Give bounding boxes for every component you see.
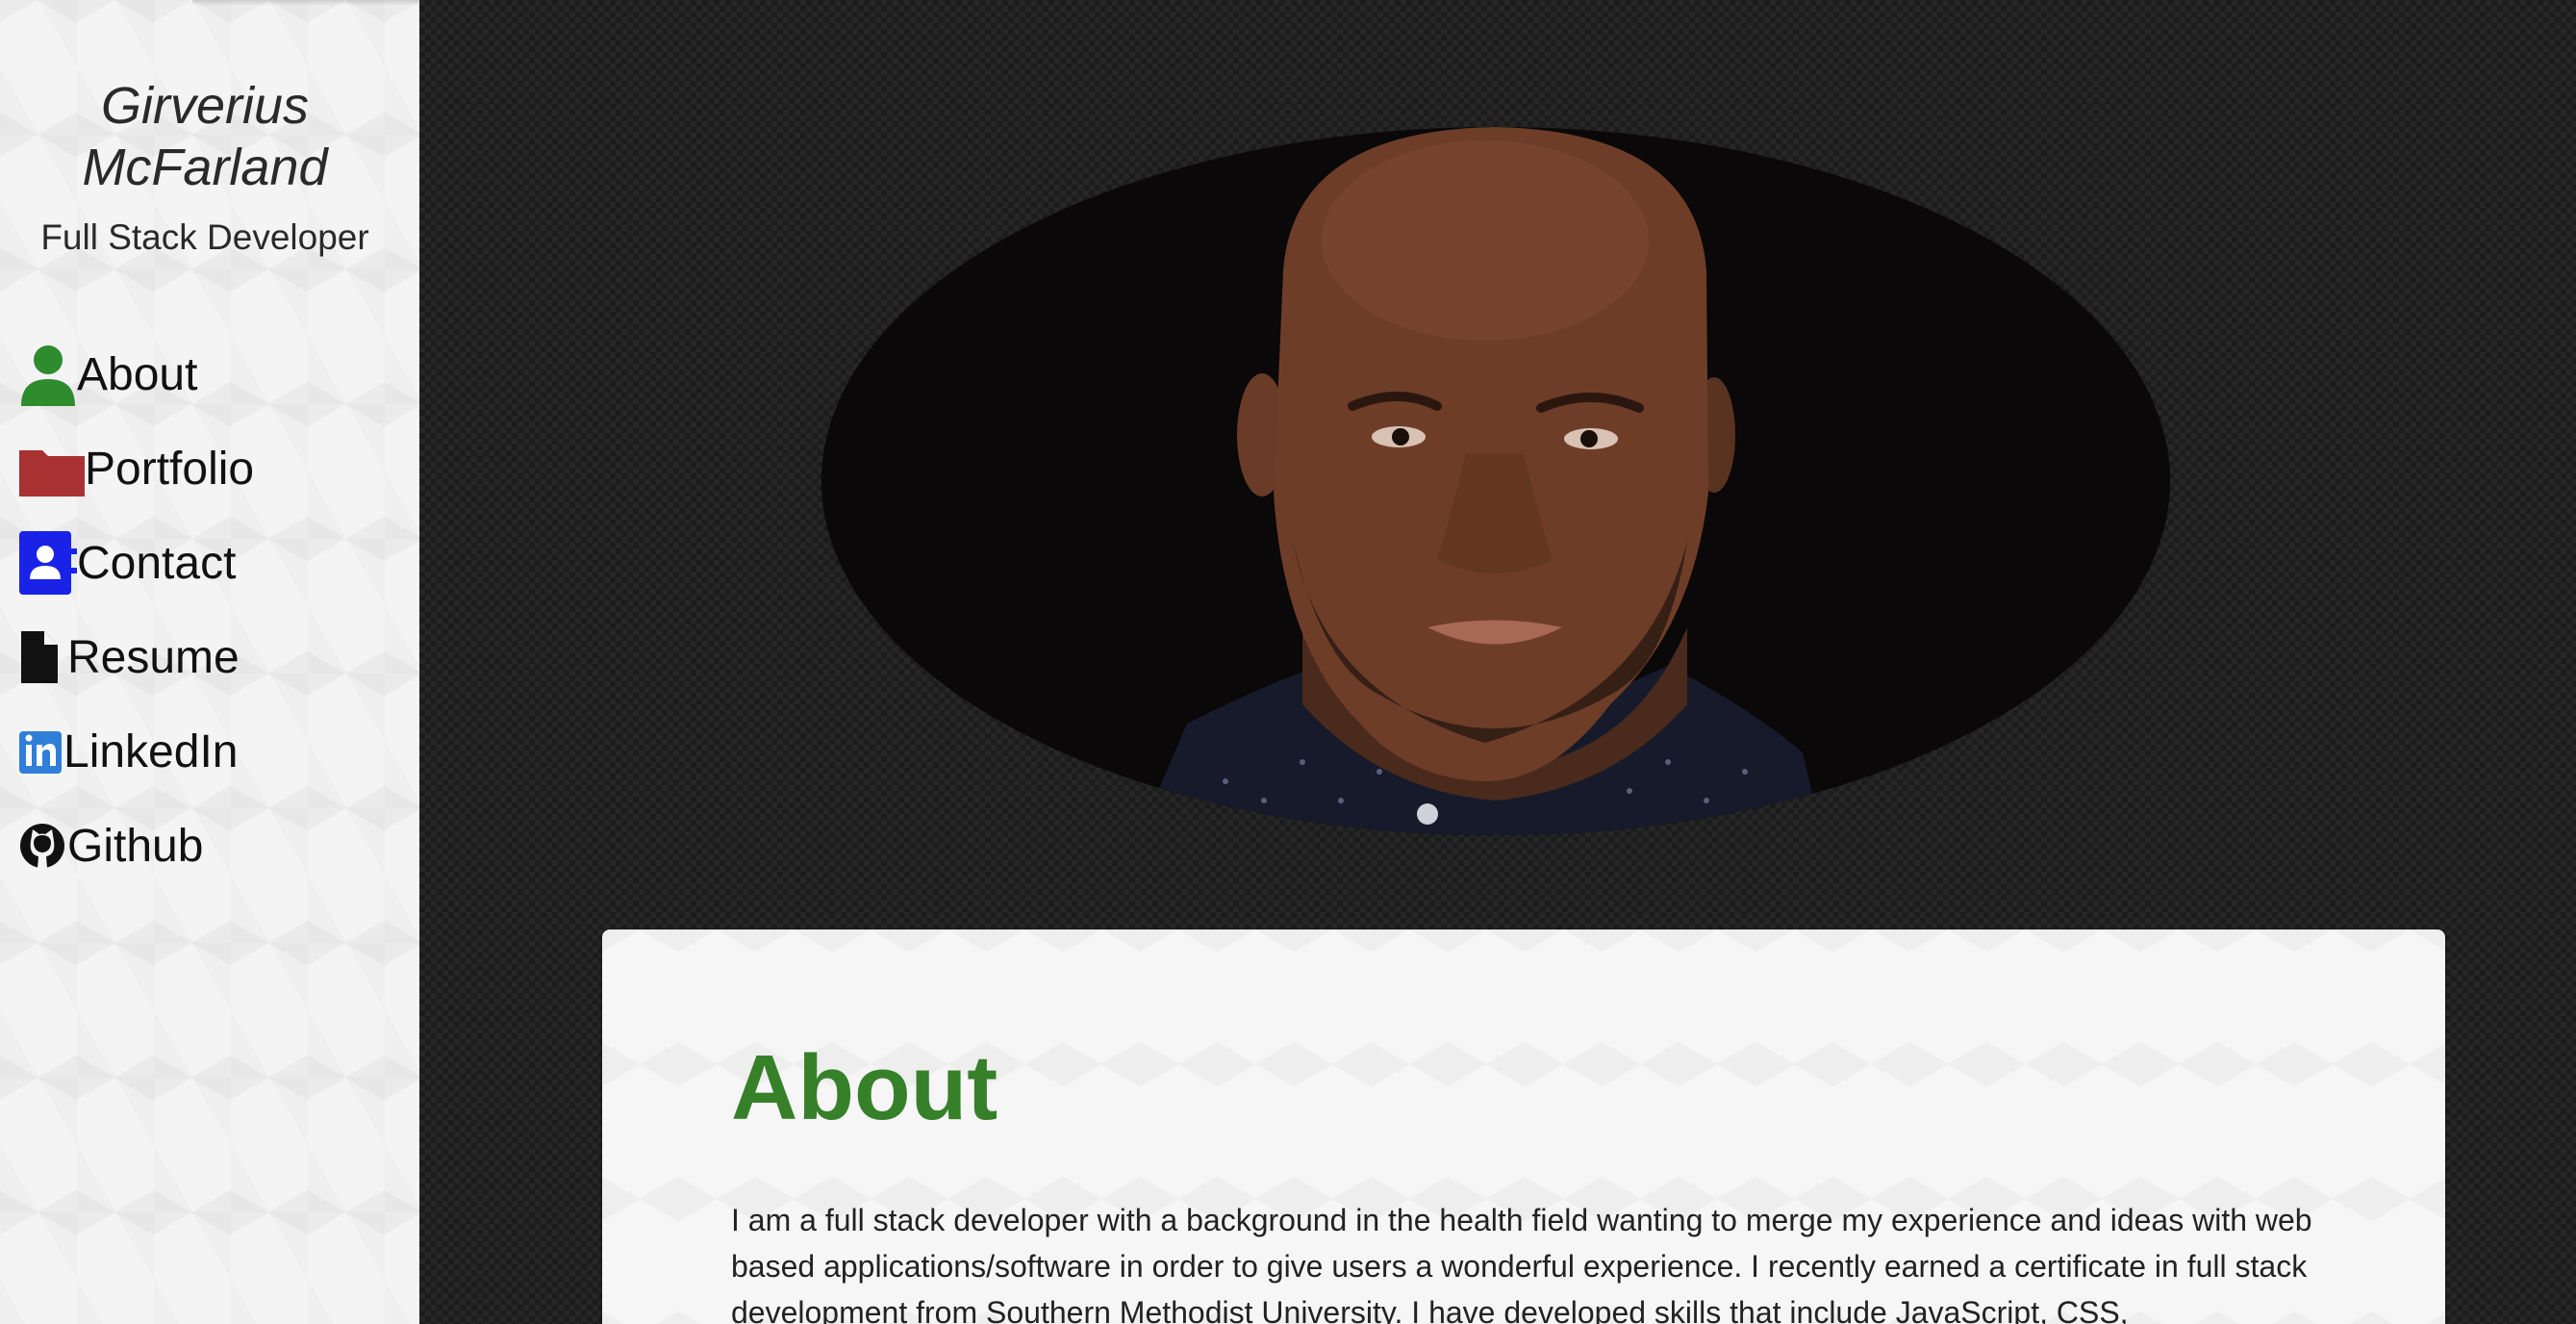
nav-item-github[interactable]: Github xyxy=(19,799,254,893)
nav-item-resume[interactable]: Resume xyxy=(19,610,254,704)
nav-item-linkedin[interactable]: LinkedIn xyxy=(19,704,254,799)
file-icon xyxy=(19,624,67,691)
about-body: I am a full stack developer with a backg… xyxy=(731,1203,2312,1324)
sidebar: Girverius McFarland Full Stack Developer… xyxy=(0,0,419,1324)
contact-card-icon xyxy=(19,529,77,597)
nav-item-about[interactable]: About xyxy=(19,327,254,421)
linkedin-icon xyxy=(19,718,63,785)
nav-label-github: Github xyxy=(67,820,204,872)
nav-label-about: About xyxy=(77,348,198,400)
sidebar-nav: About Portfolio Contact Resume LinkedIn … xyxy=(19,327,254,893)
developer-role: Full Stack Developer xyxy=(40,217,369,257)
sidebar-shadow xyxy=(192,0,419,6)
about-card: About I am a full stack developer with a… xyxy=(602,929,2445,1324)
profile-portrait xyxy=(821,127,2170,835)
nav-label-linkedin: LinkedIn xyxy=(63,726,239,777)
nav-item-contact[interactable]: Contact xyxy=(19,516,254,610)
main-content: About I am a full stack developer with a… xyxy=(419,0,2576,1324)
nav-label-portfolio: Portfolio xyxy=(85,443,255,495)
user-icon xyxy=(19,341,77,408)
nav-label-contact: Contact xyxy=(77,537,237,589)
developer-name: Girverius McFarland xyxy=(82,77,328,196)
nav-label-resume: Resume xyxy=(67,631,240,683)
about-heading: About xyxy=(731,1036,998,1139)
nav-item-portfolio[interactable]: Portfolio xyxy=(19,421,254,516)
folder-icon xyxy=(19,435,85,502)
github-icon xyxy=(19,812,67,879)
